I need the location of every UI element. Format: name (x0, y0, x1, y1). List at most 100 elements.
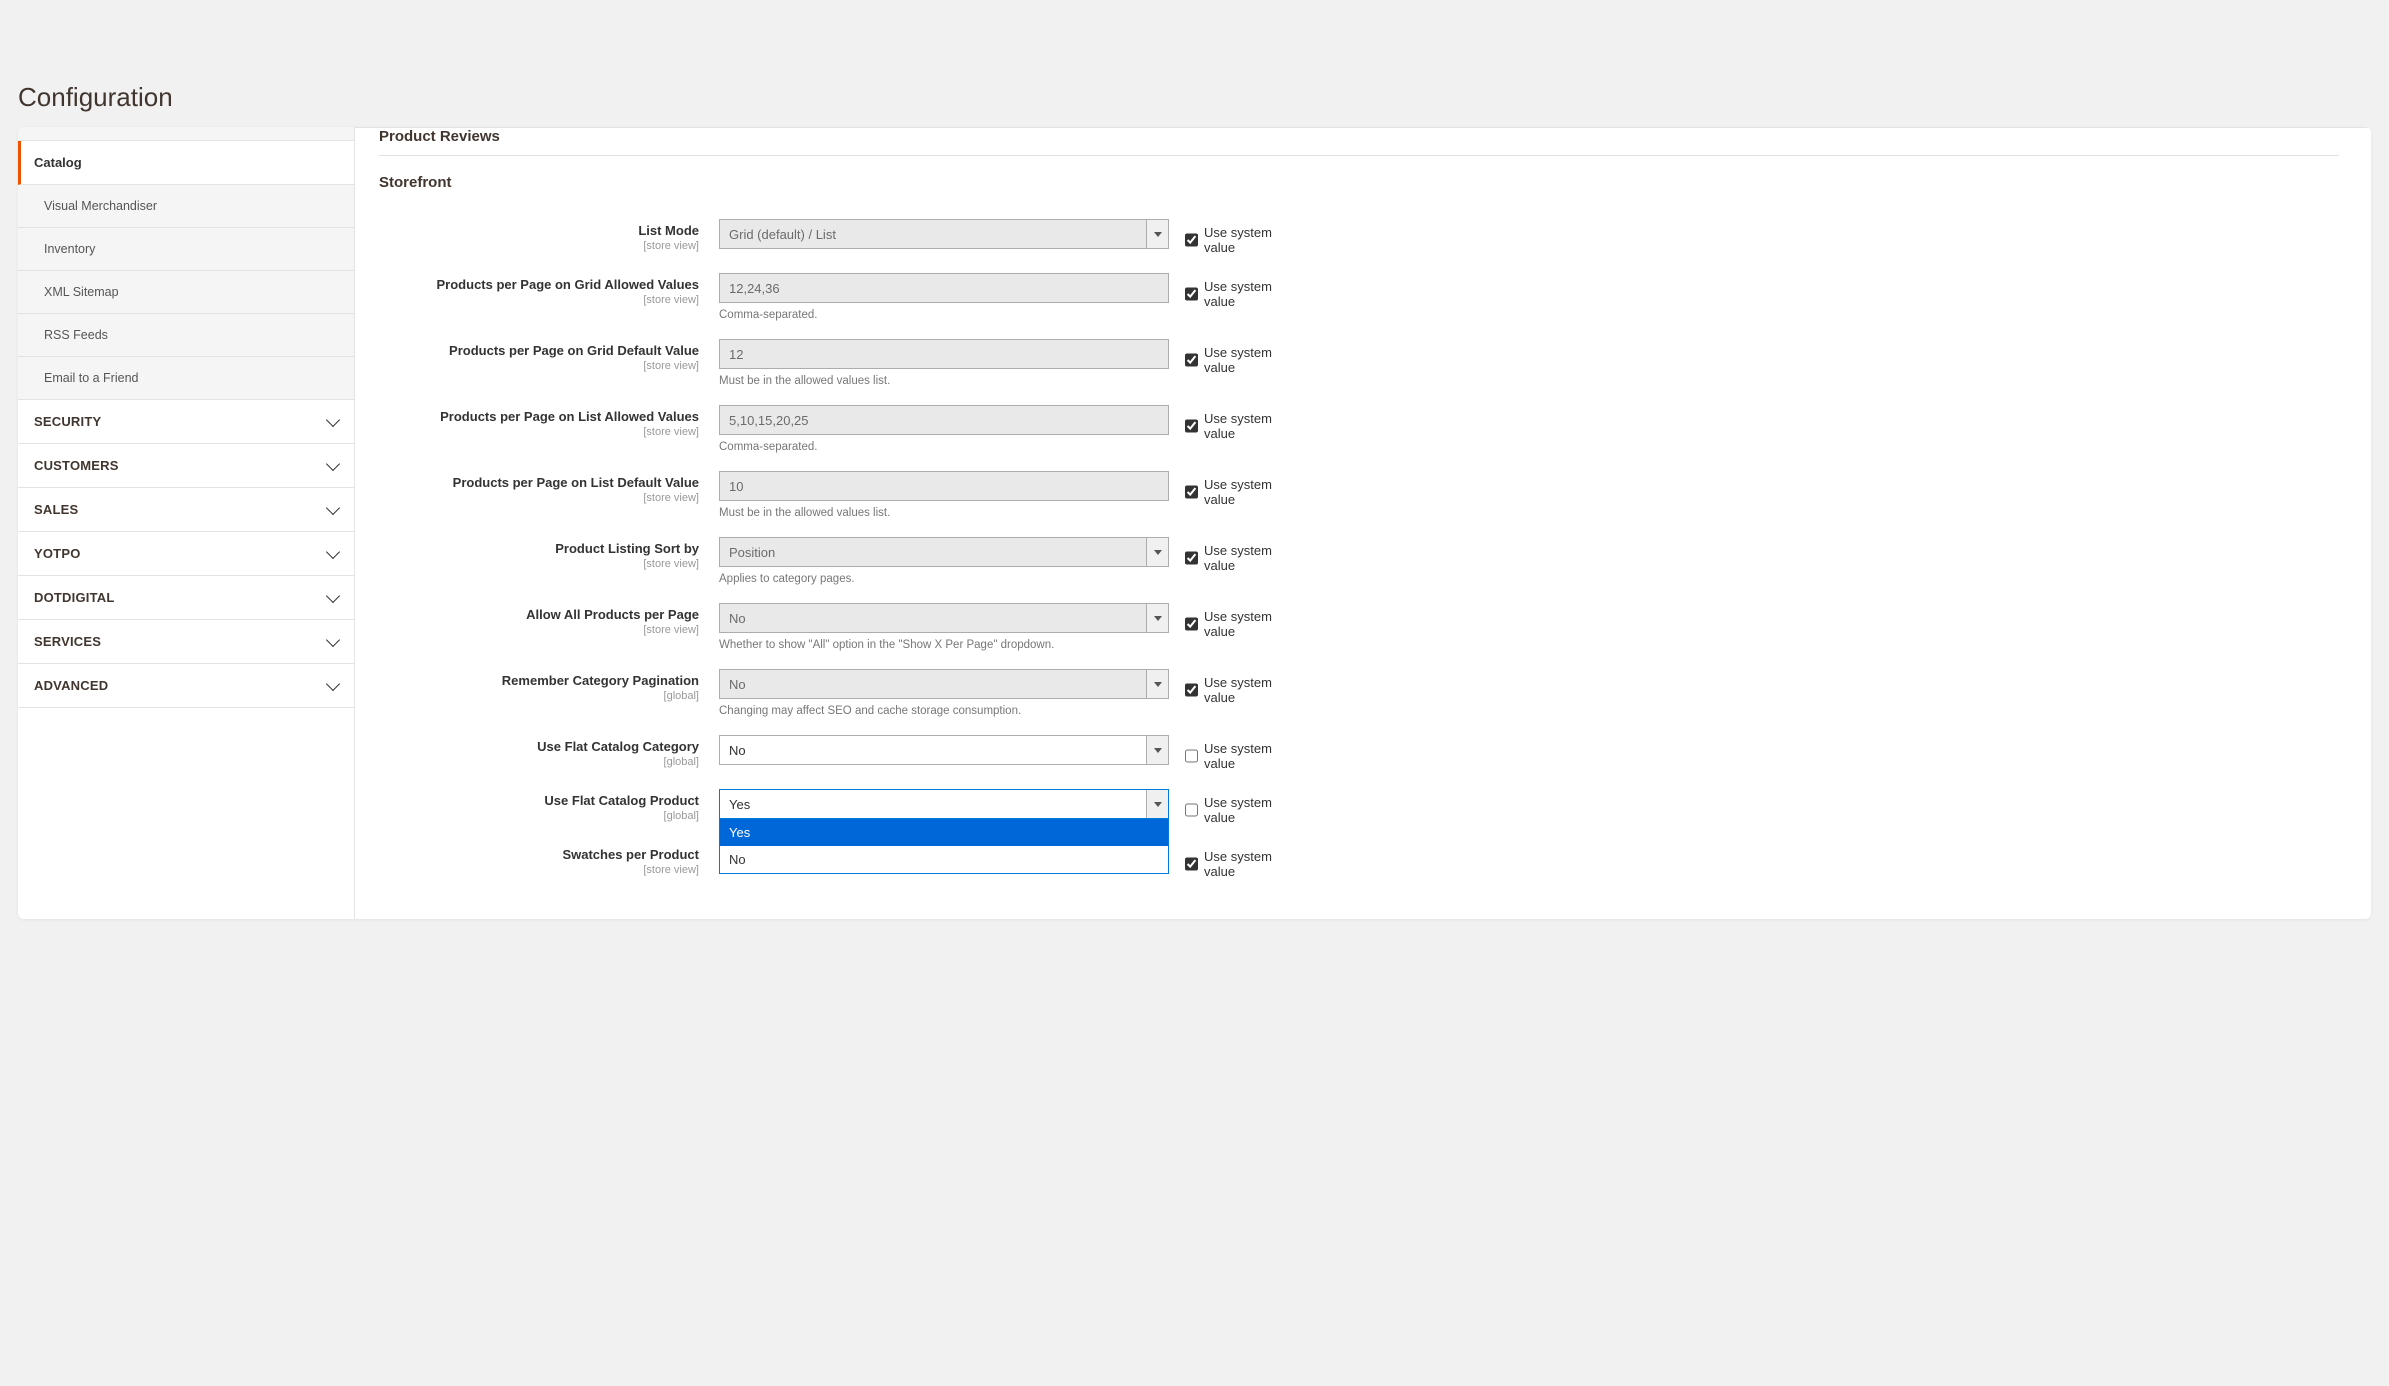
sidebar-item-xml-sitemap[interactable]: XML Sitemap (18, 271, 354, 314)
field-scope: [global] (379, 810, 699, 822)
select-value: No (729, 743, 746, 758)
field-scope: [store view] (379, 492, 699, 504)
field-label: List Mode (638, 223, 699, 238)
help-text: Whether to show "All" option in the "Sho… (719, 639, 1169, 651)
field-flat-category: Use Flat Catalog Category [global] No Us… (379, 735, 2339, 771)
dropdown-option-no[interactable]: No (720, 846, 1168, 873)
sidebar-item-catalog[interactable]: Catalog (18, 141, 354, 185)
field-label: Use Flat Catalog Category (537, 739, 699, 754)
help-text: Must be in the allowed values list. (719, 507, 1169, 519)
field-label: Products per Page on List Default Value (453, 475, 699, 490)
help-text: Must be in the allowed values list. (719, 375, 1169, 387)
use-system-value-checkbox[interactable]: Use system value (1169, 735, 1289, 771)
list-default-input (719, 471, 1169, 501)
caret-down-icon (1154, 682, 1162, 687)
field-label: Products per Page on List Allowed Values (440, 409, 699, 424)
checkbox-label: Use system value (1204, 675, 1289, 705)
field-remember-pagination: Remember Category Pagination [global] No… (379, 669, 2339, 717)
checkbox-label: Use system value (1204, 741, 1289, 771)
caret-down-icon (1154, 748, 1162, 753)
field-scope: [global] (379, 756, 699, 768)
checkbox-input[interactable] (1185, 683, 1198, 697)
chevron-down-icon (326, 413, 340, 427)
sidebar-section-sales[interactable]: SALES (18, 488, 354, 532)
sidebar-item-label: RSS Feeds (44, 328, 108, 342)
flat-product-select[interactable]: Yes Yes No (719, 789, 1169, 819)
sidebar-section-dotdigital[interactable]: DOTDIGITAL (18, 576, 354, 620)
chevron-down-icon (326, 677, 340, 691)
checkbox-input[interactable] (1185, 233, 1198, 247)
use-system-value-checkbox[interactable]: Use system value (1169, 339, 1289, 375)
chevron-down-icon (326, 457, 340, 471)
sidebar-section-yotpo[interactable]: YOTPO (18, 532, 354, 576)
use-system-value-checkbox[interactable]: Use system value (1169, 273, 1289, 309)
select-value: No (729, 677, 746, 692)
checkbox-input[interactable] (1185, 485, 1198, 499)
use-system-value-checkbox[interactable]: Use system value (1169, 669, 1289, 705)
checkbox-input[interactable] (1185, 287, 1198, 301)
chevron-down-icon (326, 633, 340, 647)
use-system-value-checkbox[interactable]: Use system value (1169, 843, 1289, 879)
checkbox-input[interactable] (1185, 419, 1198, 433)
section-product-reviews[interactable]: Product Reviews (379, 128, 2339, 156)
flat-category-select[interactable]: No (719, 735, 1169, 765)
checkbox-label: Use system value (1204, 543, 1289, 573)
use-system-value-checkbox[interactable]: Use system value (1169, 219, 1289, 255)
select-value: Position (729, 545, 775, 560)
sidebar-section-advanced[interactable]: ADVANCED (18, 664, 354, 708)
field-swatches: Swatches per Product [store view] Use sy… (379, 843, 2339, 879)
sidebar-item-rss-feeds[interactable]: RSS Feeds (18, 314, 354, 357)
use-system-value-checkbox[interactable]: Use system value (1169, 603, 1289, 639)
sidebar-section-label: SECURITY (34, 414, 101, 429)
checkbox-label: Use system value (1204, 411, 1289, 441)
remember-pagination-select: No (719, 669, 1169, 699)
field-scope: [store view] (379, 624, 699, 636)
field-scope: [global] (379, 690, 699, 702)
checkbox-input[interactable] (1185, 551, 1198, 565)
chevron-down-icon (326, 589, 340, 603)
sidebar-section-label: DOTDIGITAL (34, 590, 114, 605)
field-label: Use Flat Catalog Product (544, 793, 699, 808)
allow-all-select: No (719, 603, 1169, 633)
sidebar-item-inventory[interactable]: Inventory (18, 228, 354, 271)
use-system-value-checkbox[interactable]: Use system value (1169, 789, 1289, 825)
chevron-down-icon (326, 545, 340, 559)
sidebar-item-email-friend[interactable]: Email to a Friend (18, 357, 354, 400)
checkbox-label: Use system value (1204, 345, 1289, 375)
checkbox-input[interactable] (1185, 857, 1198, 871)
checkbox-label: Use system value (1204, 477, 1289, 507)
checkbox-label: Use system value (1204, 795, 1289, 825)
caret-down-icon (1154, 802, 1162, 807)
field-grid-allowed: Products per Page on Grid Allowed Values… (379, 273, 2339, 321)
field-list-mode: List Mode [store view] Grid (default) / … (379, 219, 2339, 255)
sidebar-section-customers[interactable]: CUSTOMERS (18, 444, 354, 488)
use-system-value-checkbox[interactable]: Use system value (1169, 405, 1289, 441)
field-list-default: Products per Page on List Default Value … (379, 471, 2339, 519)
field-sort-by: Product Listing Sort by [store view] Pos… (379, 537, 2339, 585)
sidebar-section-label: ADVANCED (34, 678, 108, 693)
checkbox-input[interactable] (1185, 353, 1198, 367)
sidebar-section-label: SALES (34, 502, 78, 517)
select-value: Grid (default) / List (729, 227, 836, 242)
chevron-down-icon (326, 501, 340, 515)
flat-product-dropdown: Yes No (719, 819, 1169, 874)
use-system-value-checkbox[interactable]: Use system value (1169, 471, 1289, 507)
checkbox-input[interactable] (1185, 617, 1198, 631)
sidebar-item-visual-merchandiser[interactable]: Visual Merchandiser (18, 185, 354, 228)
help-text: Changing may affect SEO and cache storag… (719, 705, 1169, 717)
sidebar-item-label: Inventory (44, 242, 95, 256)
checkbox-input[interactable] (1185, 749, 1198, 763)
caret-down-icon (1154, 550, 1162, 555)
dropdown-option-yes[interactable]: Yes (720, 819, 1168, 846)
use-system-value-checkbox[interactable]: Use system value (1169, 537, 1289, 573)
field-flat-product: Use Flat Catalog Product [global] Yes Ye… (379, 789, 2339, 825)
sidebar-section-security[interactable]: SECURITY (18, 400, 354, 444)
config-main: Product Reviews Storefront List Mode [st… (355, 127, 2371, 919)
section-storefront[interactable]: Storefront (379, 162, 2339, 201)
sort-by-select: Position (719, 537, 1169, 567)
checkbox-input[interactable] (1185, 803, 1198, 817)
checkbox-label: Use system value (1204, 849, 1289, 879)
sidebar-section-services[interactable]: SERVICES (18, 620, 354, 664)
field-scope: [store view] (379, 864, 699, 876)
sidebar-item-label: Visual Merchandiser (44, 199, 157, 213)
